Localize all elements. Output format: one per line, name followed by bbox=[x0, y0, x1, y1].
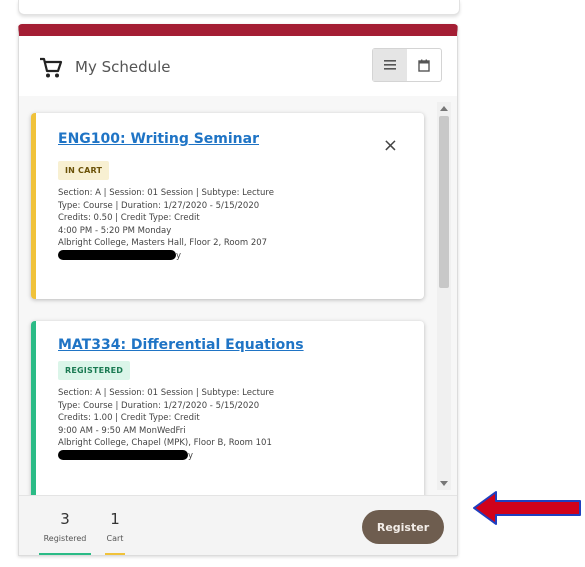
detail-line: Albright College, Chapel (MPK), Floor B,… bbox=[58, 438, 272, 449]
cart-indicator bbox=[105, 553, 125, 555]
course-title-link[interactable]: MAT334: Differential Equations bbox=[58, 337, 402, 353]
list-view-button[interactable] bbox=[373, 49, 407, 81]
panel-header: My Schedule bbox=[19, 36, 457, 96]
cart-count-label: Cart bbox=[106, 534, 124, 543]
detail-line: Type: Course | Duration: 1/27/2020 - 5/1… bbox=[58, 200, 260, 211]
annotation-arrow-icon bbox=[473, 491, 581, 525]
detail-line: 4:00 PM - 5:20 PM Monday bbox=[58, 225, 172, 236]
redacted-tail: y bbox=[176, 250, 182, 261]
scroll-up-icon[interactable] bbox=[440, 106, 448, 111]
course-details: Section: A | Session: 01 Session | Subty… bbox=[58, 387, 402, 463]
detail-line: Type: Course | Duration: 1/27/2020 - 5/1… bbox=[58, 400, 260, 411]
schedule-list[interactable]: ENG100: Writing Seminar × IN CART Sectio… bbox=[19, 96, 457, 495]
cart-count-value: 1 bbox=[110, 510, 120, 528]
schedule-panel: My Schedule ENG100: Writing Seminar × IN… bbox=[18, 24, 458, 556]
status-badge: IN CART bbox=[58, 161, 110, 180]
list-icon bbox=[384, 60, 396, 70]
previous-panel-edge bbox=[18, 0, 460, 15]
detail-line: Albright College, Masters Hall, Floor 2,… bbox=[58, 238, 268, 249]
redacted-tail: y bbox=[188, 450, 194, 461]
registered-indicator bbox=[39, 553, 91, 555]
registered-count: 3 Registered bbox=[39, 510, 91, 543]
redaction-mark bbox=[58, 250, 176, 261]
registered-count-label: Registered bbox=[43, 534, 87, 543]
cart-icon bbox=[40, 57, 63, 78]
status-badge: REGISTERED bbox=[58, 361, 131, 380]
schedule-footer: 3 Registered 1 Cart Register bbox=[19, 495, 457, 555]
panel-title: My Schedule bbox=[75, 58, 171, 76]
scroll-thumb[interactable] bbox=[439, 116, 449, 288]
course-card: MAT334: Differential Equations REGISTERE… bbox=[31, 321, 424, 495]
detail-line: Section: A | Session: 01 Session | Subty… bbox=[58, 388, 274, 398]
redacted-line: y bbox=[58, 450, 402, 463]
registered-count-value: 3 bbox=[60, 510, 70, 528]
calendar-view-button[interactable] bbox=[407, 49, 441, 81]
scroll-down-icon[interactable] bbox=[440, 481, 448, 486]
detail-line: Credits: 1.00 | Credit Type: Credit bbox=[58, 413, 200, 424]
redacted-line: y bbox=[58, 250, 402, 263]
remove-course-button[interactable]: × bbox=[383, 137, 398, 155]
scrollbar[interactable] bbox=[437, 102, 451, 490]
cart-count: 1 Cart bbox=[103, 510, 127, 543]
course-details: Section: A | Session: 01 Session | Subty… bbox=[58, 187, 402, 263]
redaction-mark bbox=[58, 450, 188, 461]
view-toggle bbox=[372, 48, 442, 82]
course-card: ENG100: Writing Seminar × IN CART Sectio… bbox=[31, 113, 424, 299]
detail-line: Section: A | Session: 01 Session | Subty… bbox=[58, 188, 274, 198]
course-title-link[interactable]: ENG100: Writing Seminar bbox=[58, 131, 402, 147]
register-button[interactable]: Register bbox=[362, 510, 444, 544]
detail-line: 9:00 AM - 9:50 AM MonWedFri bbox=[58, 425, 186, 436]
calendar-icon bbox=[418, 59, 430, 72]
detail-line: Credits: 0.50 | Credit Type: Credit bbox=[58, 213, 200, 224]
